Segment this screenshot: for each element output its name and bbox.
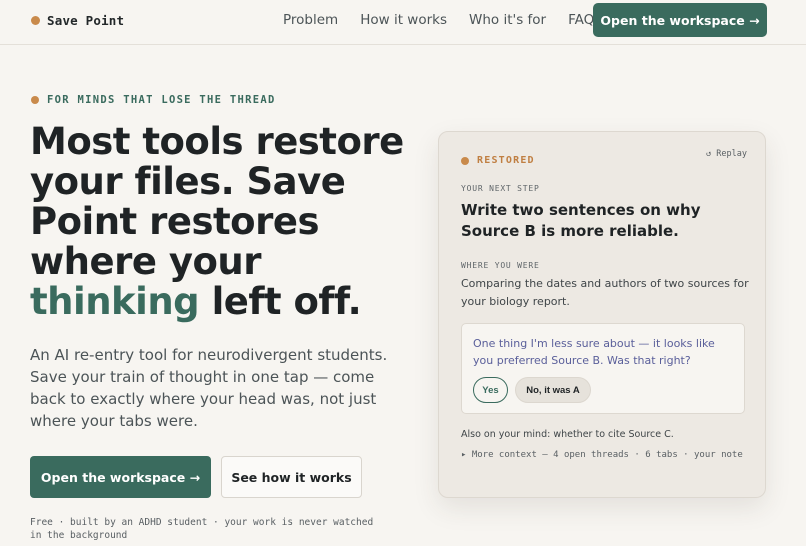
see-how-it-works-button[interactable]: See how it works (221, 456, 362, 498)
brand-name: Save Point (47, 13, 125, 28)
headline-text: Most tools restore your files. Save Poin… (30, 120, 404, 283)
status-dot-icon (461, 156, 469, 165)
brand-dot-icon (31, 16, 40, 25)
eyebrow-dot-icon (31, 96, 39, 104)
more-context-toggle[interactable]: ▸ More context — 4 open threads · 6 tabs… (461, 448, 751, 463)
yes-button[interactable]: Yes (473, 377, 508, 403)
hero-subtitle: An AI re-entry tool for neurodivergent s… (30, 346, 388, 430)
where-you-were-label: WHERE YOU WERE (461, 261, 540, 270)
brand-logo[interactable]: Save Point (31, 13, 124, 28)
headline-end: left off. (211, 280, 362, 323)
open-workspace-button[interactable]: Open the workspace → (30, 456, 211, 498)
hero-eyebrow: FOR MINDS THAT LOSE THE THREAD (31, 94, 276, 106)
nav-link-problem[interactable]: Problem (283, 12, 338, 28)
nav-link-how-it-works[interactable]: How it works (360, 12, 447, 28)
nav-open-workspace-button[interactable]: Open the workspace → (593, 3, 767, 37)
also-on-mind-text: Also on your mind: whether to cite Sourc… (461, 429, 674, 440)
where-you-were-text: Comparing the dates and authors of two s… (461, 277, 749, 308)
no-it-was-a-button[interactable]: No, it was A (515, 377, 591, 403)
nav-link-faq[interactable]: FAQ (568, 12, 594, 28)
question-text: One thing I'm less sure about — it looks… (473, 337, 715, 367)
hero-headline: Most tools restore your files. Save Poin… (30, 122, 430, 322)
hero-footnote: Free · built by an ADHD student · your w… (30, 517, 374, 541)
confirmation-question-box: One thing I'm less sure about — it looks… (461, 323, 745, 414)
restored-card: RESTORED ↺ Replay YOUR NEXT STEP Write t… (438, 131, 766, 498)
next-step-label: YOUR NEXT STEP (461, 184, 540, 193)
replay-button[interactable]: ↺ Replay (706, 149, 747, 159)
top-nav: Save Point Problem How it works Who it's… (0, 0, 806, 45)
eyebrow-text: FOR MINDS THAT LOSE THE THREAD (47, 94, 276, 106)
status-label: RESTORED (477, 155, 535, 166)
next-step-text: Write two sentences on why Source B is m… (461, 201, 701, 240)
nav-link-who-its-for[interactable]: Who it's for (469, 12, 546, 28)
nav-links: Problem How it works Who it's for FAQ (283, 12, 616, 28)
restored-status: RESTORED (461, 155, 535, 166)
headline-accent: thinking (30, 280, 200, 323)
